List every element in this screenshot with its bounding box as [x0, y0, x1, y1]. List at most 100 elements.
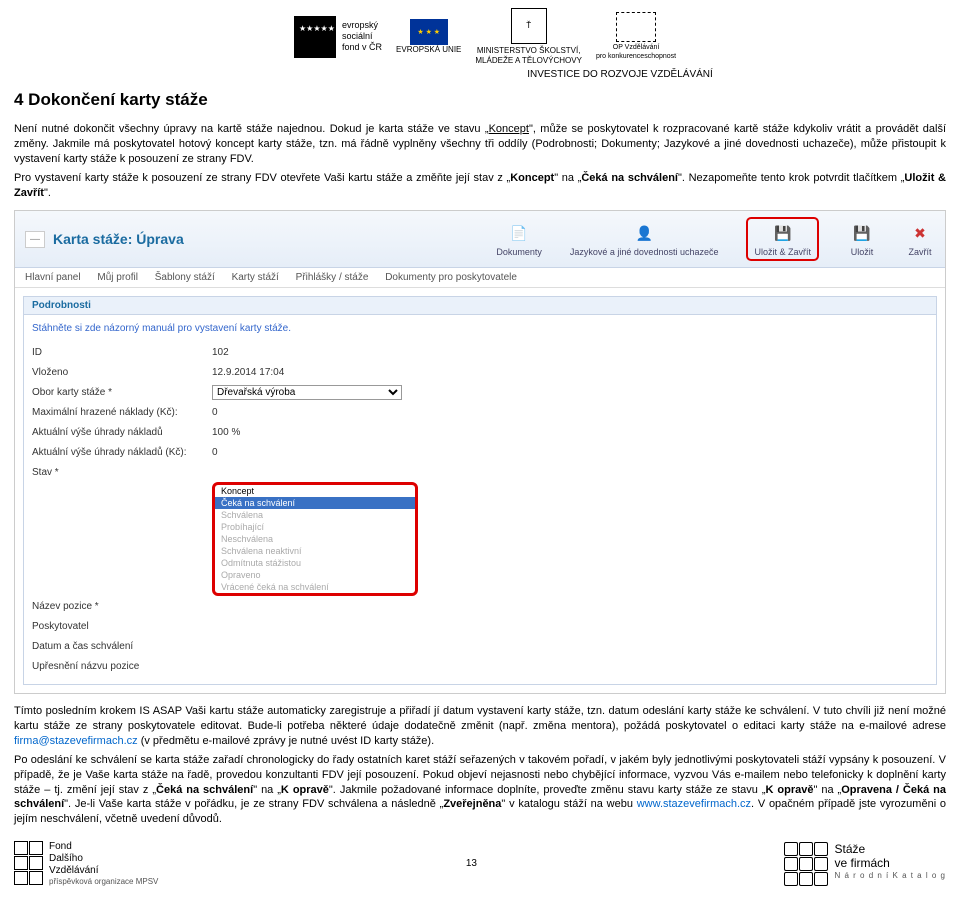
id-label: ID — [32, 347, 212, 358]
fdv-line1: Fond — [49, 841, 158, 853]
nakl-value: 0 — [212, 447, 218, 458]
nav-2[interactable]: Šablony stáží — [155, 272, 215, 283]
card-icon: — — [25, 231, 45, 248]
documents-icon: 📄 — [504, 221, 534, 245]
footer: Fond Dalšího Vzdělávání příspěvková orga… — [14, 841, 946, 887]
p4-text-c: ". Jakmile požadované informace doplníte… — [329, 784, 766, 796]
skills-icon: 👤 — [629, 221, 659, 245]
vlozeno-label: Vloženo — [32, 367, 212, 378]
app-screenshot: — Karta stáže: Úprava 📄Dokumenty 👤Jazyko… — [14, 210, 946, 694]
p4-s1: Čeká na schválení — [156, 784, 253, 796]
op-line1: OP Vzdělávání — [596, 44, 676, 52]
p1-text-a: Není nutné dokončit všechny úpravy na ka… — [14, 123, 489, 135]
p2-text-a: Pro vystavení karty stáže k posouzení ze… — [14, 172, 510, 184]
esf-text: evropský sociální fond v ČR — [342, 20, 382, 52]
save-icon: 💾 — [847, 221, 877, 245]
staze-sub: N á r o d n í K a t a l o g — [834, 871, 946, 881]
p2-text-d: ". — [44, 187, 51, 199]
tool-close[interactable]: ✖ Zavřít — [905, 221, 935, 257]
tool-save-label: Uložit — [851, 247, 874, 257]
p2-text-b: " na „ — [554, 172, 581, 184]
panel-body: Stáhněte si zde názorný manuál pro vysta… — [24, 315, 936, 684]
op-icon — [616, 12, 656, 42]
section-heading: 4 Dokončení karty stáže — [14, 90, 946, 110]
panel-details: Podrobnosti Stáhněte si zde názorný manu… — [23, 296, 937, 685]
p2-to: Čeká na schválení — [581, 172, 678, 184]
p4-text-d: " na „ — [814, 784, 842, 796]
stav-option-1[interactable]: Čeká na schválení — [215, 497, 415, 509]
fdv-line2: Dalšího — [49, 853, 158, 865]
invest-slogan: INVESTICE DO ROZVOJE VZDĚLÁVÁNÍ — [294, 69, 946, 80]
fdv-sub: příspěvková organizace MPSV — [49, 877, 158, 887]
save-close-icon: 💾 — [768, 221, 798, 245]
ministry-logo: Ť MINISTERSTVO ŠKOLSTVÍ, MLÁDEŽE A TĚLOV… — [475, 8, 582, 65]
stav-option-5[interactable]: Schválena neaktivní — [215, 545, 415, 557]
paragraph-3: Tímto posledním krokem IS ASAP Vaši kart… — [14, 704, 946, 749]
esf-logo: evropský sociální fond v ČR — [294, 16, 382, 58]
nav-1[interactable]: Můj profil — [97, 272, 138, 283]
nav-4[interactable]: Přihlášky / stáže — [296, 272, 369, 283]
tool-save[interactable]: 💾 Uložit — [847, 221, 877, 257]
esf-icon — [294, 16, 336, 58]
posk-label: Poskytovatel — [32, 621, 212, 632]
uhrada-value: 100 % — [212, 427, 240, 438]
manual-link[interactable]: Stáhněte si zde názorný manuál pro vysta… — [32, 323, 928, 334]
stav-option-7[interactable]: Opraveno — [215, 569, 415, 581]
stav-option-4[interactable]: Neschválena — [215, 533, 415, 545]
nav-5[interactable]: Dokumenty pro poskytovatele — [385, 272, 517, 283]
close-icon: ✖ — [905, 221, 935, 245]
p3-text-b: (v předmětu e-mailové zprávy je nutné uv… — [138, 735, 435, 747]
p1-koncept: Koncept — [489, 123, 529, 135]
paragraph-1: Není nutné dokončit všechny úpravy na ka… — [14, 122, 946, 167]
nakl-label: Aktuální výše úhrady nákladů (Kč): — [32, 447, 212, 458]
eu-flag-icon: ★ ★ ★ — [410, 19, 448, 45]
stav-option-6[interactable]: Odmítnuta stážistou — [215, 557, 415, 569]
max-value: 0 — [212, 407, 218, 418]
stav-option-0[interactable]: Koncept — [215, 485, 415, 497]
page-number: 13 — [466, 858, 477, 869]
website-link[interactable]: www.stazevefirmach.cz — [637, 798, 751, 810]
screenshot-header: — Karta stáže: Úprava 📄Dokumenty 👤Jazyko… — [15, 211, 945, 268]
obor-select[interactable]: Dřevařská výroba — [212, 385, 402, 400]
max-label: Maximální hrazené náklady (Kč): — [32, 407, 212, 418]
email-link[interactable]: firma@stazevefirmach.cz — [14, 735, 138, 747]
stav-label: Stav * — [32, 467, 212, 478]
card-title: Karta stáže: Úprava — [53, 231, 184, 247]
vlozeno-value: 12.9.2014 17:04 — [212, 367, 284, 378]
id-value: 102 — [212, 347, 229, 358]
upres-label: Upřesnění názvu pozice — [32, 661, 212, 672]
paragraph-4: Po odeslání ke schválení se karta stáže … — [14, 753, 946, 827]
ministry-icon: Ť — [511, 8, 547, 44]
p3-text-a: Tímto posledním krokem IS ASAP Vaši kart… — [14, 705, 946, 732]
tool-documents[interactable]: 📄Dokumenty — [496, 221, 542, 257]
ministry-line1: MINISTERSTVO ŠKOLSTVÍ, — [475, 46, 582, 56]
stav-dropdown[interactable]: Koncept Čeká na schválení Schválena Prob… — [212, 482, 418, 596]
nav-0[interactable]: Hlavní panel — [25, 272, 81, 283]
paragraph-2: Pro vystavení karty stáže k posouzení ze… — [14, 171, 946, 201]
op-logo: OP Vzdělávání pro konkurenceschopnost — [596, 12, 676, 61]
tool-save-close[interactable]: 💾 Uložit & Zavřít — [746, 217, 819, 261]
stav-option-8[interactable]: Vrácené čeká na schválení — [215, 581, 415, 593]
stav-option-3[interactable]: Probíhající — [215, 521, 415, 533]
panel-heading: Podrobnosti — [24, 297, 936, 315]
p4-s3: K opravě — [766, 784, 814, 796]
fdv-icon — [14, 841, 43, 885]
staze-line1: Stáže — [834, 842, 946, 856]
p4-s2: K opravě — [281, 784, 329, 796]
staze-icon — [784, 842, 828, 886]
tool-close-label: Zavřít — [908, 247, 931, 257]
nav-3[interactable]: Karty stáží — [232, 272, 279, 283]
eu-logo: ★ ★ ★ EVROPSKÁ UNIE — [396, 19, 461, 54]
tool-skills[interactable]: 👤Jazykové a jiné dovednosti uchazeče — [570, 221, 719, 257]
stav-option-2[interactable]: Schválena — [215, 509, 415, 521]
p2-from: Koncept — [510, 172, 554, 184]
staze-line2: ve firmách — [834, 856, 946, 870]
tool-save-close-label: Uložit & Zavřít — [754, 247, 811, 257]
fdv-logo: Fond Dalšího Vzdělávání příspěvková orga… — [14, 841, 158, 887]
header-logos: evropský sociální fond v ČR ★ ★ ★ EVROPS… — [294, 8, 946, 65]
screenshot-nav: Hlavní panel Můj profil Šablony stáží Ka… — [15, 268, 945, 288]
datum-label: Datum a čas schválení — [32, 641, 212, 652]
p4-text-b: " na „ — [253, 784, 281, 796]
p4-text-e: ". Je-li Vaše karta stáže v pořádku, je … — [64, 798, 443, 810]
op-line2: pro konkurenceschopnost — [596, 53, 676, 61]
